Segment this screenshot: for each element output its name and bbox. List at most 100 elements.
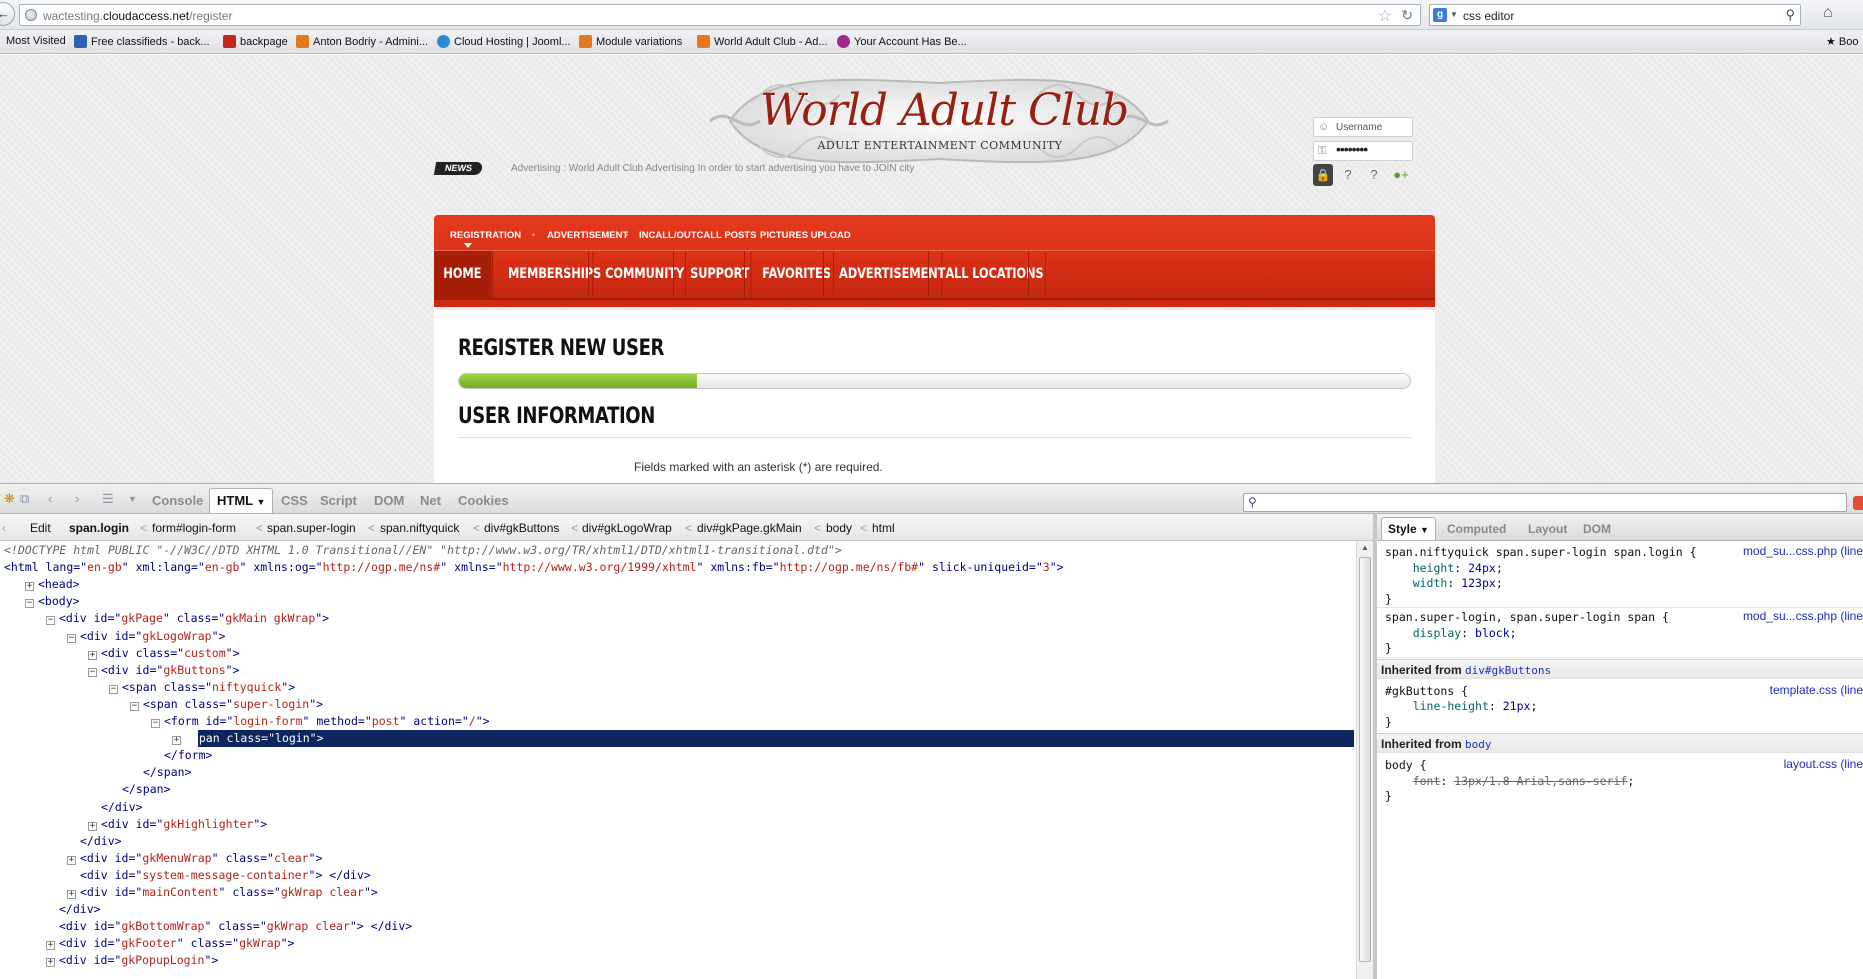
tree-node[interactable]: − <div id="gkPage" class="gkMain gkWrap"> <box>46 610 329 627</box>
expand-icon[interactable]: + <box>67 855 76 865</box>
bookmark-cloud-hosting[interactable]: Cloud Hosting | Jooml... <box>437 35 571 48</box>
tab-net[interactable]: Net <box>420 493 441 508</box>
tree-node[interactable]: <!DOCTYPE html PUBLIC "-//W3C//DTD XHTML… <box>4 542 842 559</box>
tree-node[interactable]: + <div id="gkMenuWrap" class="clear"> <box>67 850 322 867</box>
submenu-incall-outcall[interactable]: INCALL/OUTCALL POSTS <box>639 230 757 241</box>
tree-node[interactable]: − <span class="niftyquick"> <box>109 679 295 696</box>
panel-dropdown-icon[interactable]: ▼ <box>128 494 137 504</box>
tree-node[interactable]: − <form id="login-form" method="post" act… <box>151 713 490 730</box>
bookmark-world-adult-club[interactable]: World Adult Club - Ad... <box>697 35 828 48</box>
tab-console[interactable]: Console <box>152 493 203 508</box>
chevron-down-icon[interactable]: ▼ <box>1420 525 1429 535</box>
tree-node[interactable]: </div> <box>67 833 122 850</box>
forgot-password-icon[interactable]: ? <box>1363 164 1385 186</box>
bookmark-your-account[interactable]: Your Account Has Be... <box>837 35 967 48</box>
expand-icon[interactable]: + <box>88 650 97 660</box>
bookmarks-menu[interactable]: ★ Boo <box>1826 35 1859 48</box>
inherited-from-link[interactable]: body <box>1465 738 1492 751</box>
search-bar[interactable]: g ▼ css editor ⚲ <box>1429 4 1801 26</box>
previous-icon[interactable]: ‹ <box>48 491 52 506</box>
search-query[interactable]: css editor <box>1463 9 1514 23</box>
tree-node[interactable]: </div> <box>46 901 101 918</box>
collapse-icon[interactable]: − <box>88 667 97 677</box>
tree-node[interactable]: <html lang="en-gb" xml:lang="en-gb" xmln… <box>4 559 1064 576</box>
bookmark-anton-bodriy[interactable]: Anton Bodriy - Admini... <box>296 35 428 48</box>
bookmark-most-visited[interactable]: Most Visited <box>6 35 66 47</box>
tab-style[interactable]: Style ▼ <box>1381 517 1436 540</box>
tree-node-selected[interactable]: + <span class="login"> <box>172 730 324 747</box>
css-property[interactable]: line-height: 21px; <box>1385 698 1538 715</box>
css-source-link[interactable]: mod_su...css.php (line <box>1743 544 1863 558</box>
google-icon[interactable]: g <box>1433 8 1447 22</box>
engine-dropdown-icon[interactable]: ▼ <box>1450 10 1458 19</box>
breadcrumb-gkbuttons[interactable]: div#gkButtons <box>484 521 559 535</box>
inherited-from-link[interactable]: div#gkButtons <box>1465 664 1551 677</box>
password-field[interactable]: ⚿ •••••••• <box>1313 141 1413 161</box>
expand-icon[interactable]: + <box>46 941 55 951</box>
tree-node[interactable]: + <div id="gkFooter" class="gkWrap"> <box>46 935 294 952</box>
tree-node[interactable]: − <div id="gkLogoWrap"> <box>67 628 225 645</box>
css-rule-end[interactable]: } <box>1385 640 1392 657</box>
css-property[interactable]: font: 13px/1.8 Arial,sans-serif; <box>1385 773 1635 790</box>
css-rule-end[interactable]: } <box>1385 591 1392 608</box>
css-source-link[interactable]: layout.css (line <box>1784 757 1863 771</box>
tree-scrollbar[interactable]: ▲ <box>1356 541 1373 979</box>
tree-node[interactable]: + <div id="gkHighlighter"> <box>88 816 267 833</box>
tab-html-dropdown-icon[interactable]: ▼ <box>257 497 266 507</box>
css-source-link[interactable]: mod_su...css.php (line <box>1743 609 1863 623</box>
css-selector[interactable]: body { <box>1385 757 1427 774</box>
next-icon[interactable]: › <box>75 491 79 506</box>
bookmark-free-classifieds[interactable]: Free classifieds - back... <box>74 35 210 48</box>
search-icon[interactable]: ⚲ <box>1785 7 1795 23</box>
tab-dom[interactable]: DOM <box>374 493 404 508</box>
breadcrumb-form[interactable]: form#login-form <box>152 521 236 535</box>
forgot-username-icon[interactable]: ? <box>1337 164 1359 186</box>
bookmark-backpage[interactable]: backpage <box>223 35 288 48</box>
tree-node[interactable]: + <div id="gkPopupLogin"> <box>46 952 218 969</box>
tree-node[interactable]: − <div id="gkButtons"> <box>88 662 240 679</box>
breadcrumb-body[interactable]: body <box>826 521 852 535</box>
close-icon[interactable] <box>1853 496 1863 510</box>
firebug-search-input[interactable]: ⚲ <box>1243 493 1847 512</box>
css-selector[interactable]: span.super-login, span.super-login span … <box>1385 609 1669 626</box>
tree-node[interactable]: </form> <box>151 747 212 764</box>
collapse-icon[interactable]: − <box>151 719 160 728</box>
collapse-icon[interactable]: − <box>46 616 55 626</box>
tree-node[interactable]: </span> <box>130 764 191 781</box>
tree-node[interactable]: − <span class="super-login"> <box>130 696 323 713</box>
tree-node[interactable]: + <div class="custom"> <box>88 645 240 662</box>
tree-node[interactable]: <div id="system-message-container"> </di… <box>67 867 371 884</box>
scrollbar-thumb[interactable] <box>1359 557 1371 962</box>
submenu-advertisement[interactable]: ADVERTISEMENT <box>547 230 628 241</box>
breadcrumb-span-login[interactable]: span.login <box>69 521 129 535</box>
menu-all-locations[interactable]: ALL LOCATIONS <box>944 251 1046 299</box>
css-property[interactable]: display: block; <box>1385 625 1517 642</box>
tree-node[interactable]: + <div id="mainContent" class="gkWrap cle… <box>67 884 378 901</box>
panel-menu-icon[interactable]: ☰ <box>102 491 114 507</box>
back-button[interactable]: ← <box>0 2 15 26</box>
tree-node[interactable]: </div> <box>88 799 143 816</box>
tab-computed[interactable]: Computed <box>1447 522 1506 536</box>
expand-icon[interactable]: + <box>46 958 55 968</box>
firebug-bug-icon[interactable]: ❋ <box>4 491 15 507</box>
tab-layout[interactable]: Layout <box>1528 522 1567 536</box>
expand-icon[interactable]: + <box>25 582 34 592</box>
username-field[interactable]: ☺ Username <box>1313 117 1413 137</box>
collapse-icon[interactable]: − <box>67 633 76 643</box>
tree-node[interactable]: </span> <box>109 781 170 798</box>
expand-icon[interactable]: + <box>67 890 76 899</box>
css-property[interactable]: width: 123px; <box>1385 575 1503 592</box>
tab-script[interactable]: Script <box>320 493 357 508</box>
breadcrumb-niftyquick[interactable]: span.niftyquick <box>380 521 459 535</box>
menu-home[interactable]: HOME <box>434 251 492 299</box>
login-lock-icon[interactable]: 🔒 <box>1313 164 1333 186</box>
css-property[interactable]: height: 24px; <box>1385 560 1503 577</box>
submenu-registration[interactable]: REGISTRATION <box>450 230 521 241</box>
inspect-icon[interactable]: ⧉ <box>20 491 29 507</box>
collapse-icon[interactable]: − <box>25 599 34 609</box>
address-text[interactable]: wactesting.cloudaccess.net/register <box>43 9 232 23</box>
expand-icon[interactable]: + <box>172 736 181 746</box>
edit-button[interactable]: Edit <box>30 521 51 535</box>
tree-node[interactable]: − <body> <box>25 593 80 610</box>
tab-html[interactable]: HTML ▼ <box>209 488 274 513</box>
